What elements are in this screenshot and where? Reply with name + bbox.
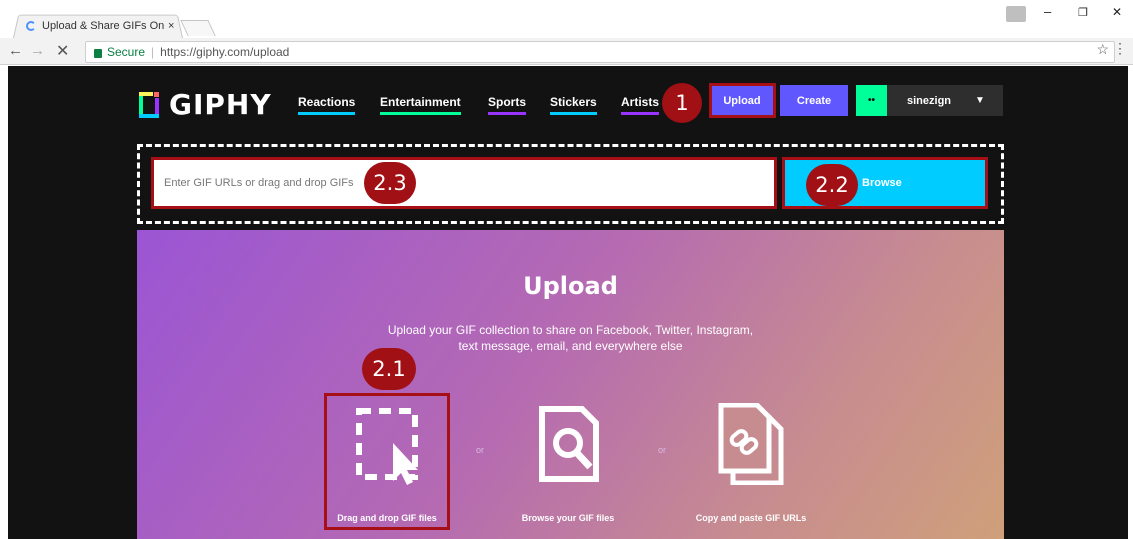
nav-sports[interactable]: Sports bbox=[488, 95, 527, 115]
nav-label: Sports bbox=[488, 95, 527, 109]
new-tab-button[interactable] bbox=[180, 20, 216, 36]
user-menu[interactable]: •• sinezign ▼ bbox=[856, 85, 1003, 116]
address-bar[interactable]: Secure | https://giphy.com/upload bbox=[85, 41, 1115, 63]
nav-underline bbox=[621, 112, 660, 115]
giphy-logo-icon bbox=[139, 91, 159, 118]
giphy-logo[interactable]: GIPHY bbox=[139, 88, 272, 121]
secure-label: Secure bbox=[107, 45, 146, 59]
username: sinezign bbox=[907, 94, 952, 107]
browser-chrome: Upload & Share GIFs Onl × – ❐ ✕ ← → ✕ Se… bbox=[0, 0, 1133, 65]
lock-icon bbox=[94, 48, 102, 58]
upload-subtitle-line: Upload your GIF collection to share on F… bbox=[387, 323, 754, 337]
nav-label: Entertainment bbox=[380, 95, 461, 109]
nav-artists[interactable]: Artists bbox=[621, 95, 660, 115]
nav-underline bbox=[298, 112, 356, 115]
omnibox-divider: | bbox=[151, 45, 155, 59]
loading-spinner-icon bbox=[26, 21, 36, 31]
nav-entertainment[interactable]: Entertainment bbox=[380, 95, 461, 115]
url-text: https://giphy.com/upload bbox=[160, 45, 290, 59]
tab-title: Upload & Share GIFs Onl bbox=[42, 20, 164, 32]
input-highlight bbox=[151, 157, 777, 209]
nav-reactions[interactable]: Reactions bbox=[298, 95, 356, 115]
step-marker-2-1: 2.1 bbox=[362, 348, 416, 390]
nav-stickers[interactable]: Stickers bbox=[550, 95, 597, 115]
option-label: Browse your GIF files bbox=[521, 513, 615, 523]
nav-label: Reactions bbox=[298, 95, 356, 109]
upload-subtitle-line: text message, email, and everywhere else bbox=[458, 339, 683, 353]
browser-tab-content[interactable]: Upload & Share GIFs Onl × bbox=[26, 17, 174, 35]
bookmark-star-icon[interactable]: ☆ bbox=[1096, 41, 1109, 58]
browse-files-option[interactable]: Browse your GIF files bbox=[505, 395, 631, 530]
option-label: Copy and paste GIF URLs bbox=[695, 513, 807, 523]
link-file-icon bbox=[718, 403, 784, 485]
nav-label: Artists bbox=[621, 95, 660, 109]
or-separator: or bbox=[476, 445, 485, 455]
or-separator: or bbox=[658, 445, 667, 455]
menu-icon[interactable]: ⋮ bbox=[1113, 40, 1127, 57]
step-marker-2-2: 2.2 bbox=[806, 164, 858, 206]
chevron-down-icon: ▼ bbox=[975, 95, 985, 106]
close-window-icon[interactable]: ✕ bbox=[1112, 5, 1122, 19]
minimize-icon[interactable]: – bbox=[1044, 4, 1051, 19]
nav-label: Stickers bbox=[550, 95, 597, 109]
forward-icon[interactable]: → bbox=[30, 42, 45, 59]
nav-underline bbox=[550, 112, 597, 115]
tab-strip: Upload & Share GIFs Onl × – ❐ ✕ bbox=[0, 0, 1133, 38]
browser-toolbar: ← → ✕ Secure | https://giphy.com/upload … bbox=[0, 38, 1133, 65]
nav-underline bbox=[380, 112, 461, 115]
tab-close-icon[interactable]: × bbox=[168, 20, 174, 32]
nav-underline bbox=[488, 112, 527, 115]
profile-icon[interactable] bbox=[1006, 6, 1026, 22]
upload-highlight bbox=[709, 83, 776, 118]
back-icon[interactable]: ← bbox=[8, 42, 23, 59]
upload-heading: Upload bbox=[523, 272, 618, 300]
step-marker-1: 1 bbox=[662, 83, 702, 123]
restore-icon[interactable]: ❐ bbox=[1078, 6, 1088, 19]
create-button[interactable]: Create bbox=[780, 85, 848, 116]
paste-urls-option[interactable]: Copy and paste GIF URLs bbox=[688, 395, 814, 530]
drag-drop-highlight bbox=[324, 393, 450, 530]
logo-text: GIPHY bbox=[169, 88, 272, 121]
step-marker-2-3: 2.3 bbox=[364, 162, 416, 204]
upload-subtitle: Upload your GIF collection to share on F… bbox=[137, 322, 1004, 354]
browse-file-icon bbox=[539, 406, 599, 482]
stop-loading-icon[interactable]: ✕ bbox=[56, 41, 69, 61]
avatar: •• bbox=[856, 85, 887, 116]
